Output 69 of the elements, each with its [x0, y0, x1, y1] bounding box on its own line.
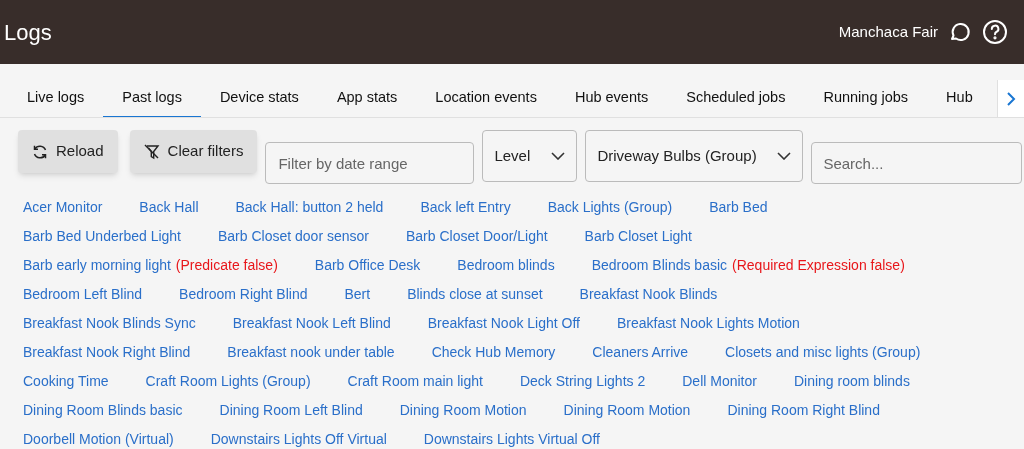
source-link[interactable]: Downstairs Lights Off Virtual — [210, 429, 387, 449]
source-link[interactable]: Deck String Lights 2 — [519, 371, 646, 392]
source-link[interactable]: Bert — [344, 284, 371, 305]
source-link[interactable]: Dining Room Motion — [563, 400, 691, 421]
source-link[interactable]: Dining room blinds — [793, 371, 910, 392]
source-link[interactable]: Barb Office Desk — [314, 255, 421, 276]
source-link[interactable]: Cooking Time — [23, 371, 109, 392]
filter-off-icon — [143, 143, 160, 160]
source-link[interactable]: Back Lights (Group) — [547, 197, 673, 218]
source-link[interactable]: Check Hub Memory — [431, 342, 556, 363]
source-select[interactable]: Driveway Bulbs (Group) — [585, 130, 804, 182]
caret-icon — [551, 152, 566, 160]
source-link[interactable]: Acer Monitor — [23, 197, 103, 218]
source-link[interactable]: Barb early morning light — [23, 255, 171, 276]
source-link[interactable]: Dining Room Blinds basic — [23, 400, 183, 421]
source-link[interactable]: Back left Entry — [420, 197, 511, 218]
page-title: Logs — [4, 18, 52, 47]
tab[interactable]: Location events — [416, 80, 556, 117]
source-link[interactable]: Downstairs Lights Virtual Off — [423, 429, 600, 449]
clear-filters-button[interactable]: Clear filters — [129, 130, 258, 173]
source-link[interactable]: Breakfast Nook Blinds Sync — [23, 313, 196, 334]
source-link[interactable]: Doorbell Motion (Virtual) — [23, 429, 174, 449]
tab[interactable]: Scheduled jobs — [667, 80, 805, 117]
source-link[interactable]: Closets and misc lights (Group) — [725, 342, 921, 363]
source-link[interactable]: Breakfast Nook Light Off — [427, 313, 580, 334]
level-select[interactable]: Level — [482, 130, 578, 182]
source-link[interactable]: Dining Room Motion — [399, 400, 527, 421]
source-link[interactable]: Dell Monitor — [682, 371, 757, 392]
status-note: (Predicate false) — [175, 256, 278, 275]
source-link[interactable]: Dining Room Left Blind — [219, 400, 363, 421]
help-icon[interactable] — [982, 19, 1008, 45]
tab[interactable]: Hub events — [555, 80, 668, 117]
tab[interactable]: Device stats — [200, 80, 318, 117]
tab[interactable]: Live logs — [8, 80, 104, 117]
tab-scroll-button[interactable] — [997, 80, 1024, 117]
refresh-icon — [32, 143, 48, 160]
tab[interactable]: Past logs — [103, 80, 201, 117]
source-link[interactable]: Breakfast Nook Blinds — [579, 284, 718, 305]
source-link[interactable]: Barb Bed — [709, 197, 768, 218]
tab[interactable]: Hub — [927, 80, 992, 117]
source-link[interactable]: Barb Closet Light — [584, 226, 692, 247]
chat-icon[interactable] — [948, 20, 972, 44]
source-link[interactable]: Breakfast Nook Right Blind — [23, 342, 191, 363]
source-link[interactable]: Breakfast Nook Lights Motion — [617, 313, 800, 334]
source-link[interactable]: Bedroom Left Blind — [23, 284, 143, 305]
source-link[interactable]: Dining Room Right Blind — [727, 400, 880, 421]
source-link[interactable]: Bedroom Right Blind — [179, 284, 308, 305]
tab[interactable]: Running jobs — [804, 80, 928, 117]
status-note: (Required Expression false) — [732, 256, 905, 275]
source-link[interactable]: Barb Bed Underbed Light — [23, 226, 181, 247]
source-link[interactable]: Back Hall: button 2 held — [235, 197, 384, 218]
source-link[interactable]: Bedroom blinds — [457, 255, 555, 276]
reload-button[interactable]: Reload — [18, 130, 118, 173]
source-link[interactable]: Blinds close at sunset — [407, 284, 543, 305]
chevron-right-icon — [1006, 91, 1016, 106]
date-range-field[interactable]: Filter by date range — [265, 142, 475, 184]
source-link[interactable]: Breakfast nook under table — [227, 342, 395, 363]
source-link[interactable]: Cleaners Arrive — [592, 342, 689, 363]
source-link[interactable]: Back Hall — [139, 197, 199, 218]
source-link[interactable]: Bedroom Blinds basic — [591, 255, 728, 276]
caret-icon — [777, 152, 792, 160]
hub-name: Manchaca Fair — [838, 21, 938, 42]
tab[interactable]: App stats — [317, 80, 417, 117]
source-link[interactable]: Barb Closet door sensor — [218, 226, 369, 247]
search-field[interactable]: Search... — [811, 142, 1023, 184]
source-link[interactable]: Breakfast Nook Left Blind — [232, 313, 391, 334]
source-link[interactable]: Craft Room Lights (Group) — [145, 371, 311, 392]
source-link[interactable]: Barb Closet Door/Light — [405, 226, 548, 247]
source-link[interactable]: Craft Room main light — [347, 371, 483, 392]
